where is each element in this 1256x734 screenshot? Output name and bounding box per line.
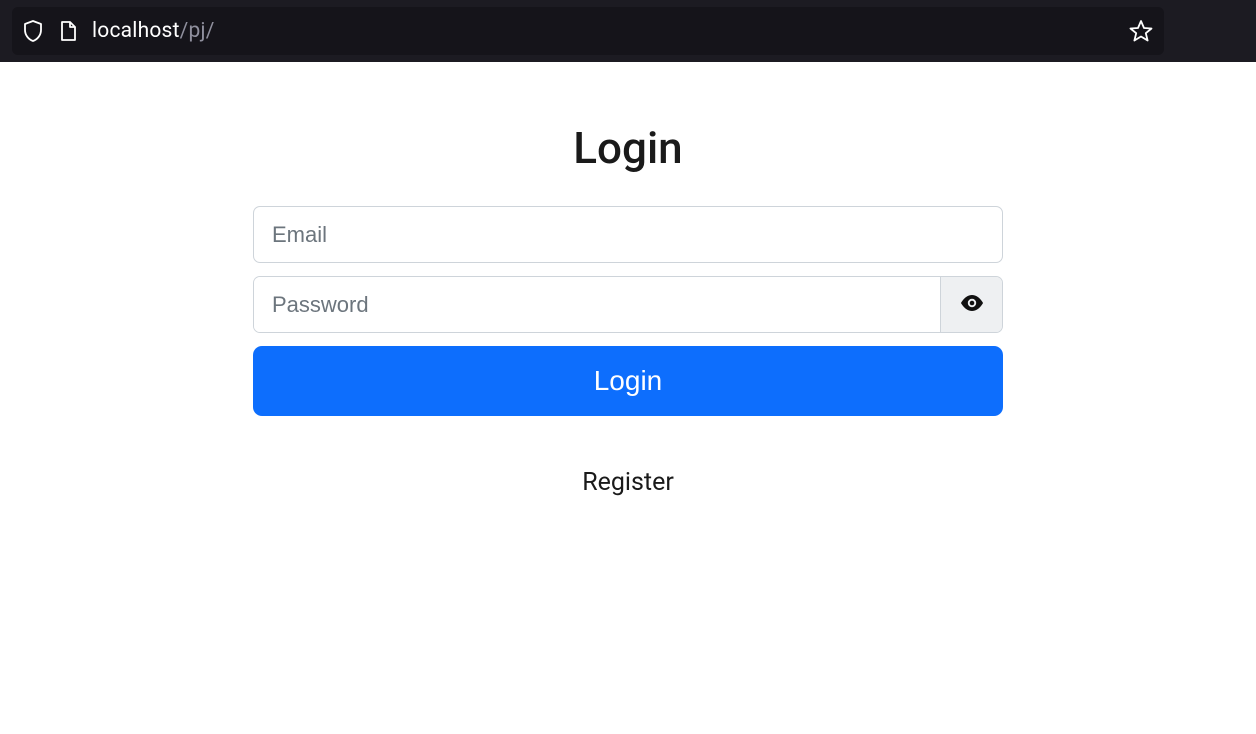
url-bar[interactable]: localhost/pj/: [12, 7, 1164, 55]
url-path: /pj/: [180, 19, 215, 43]
page-content: Login Login Register: [0, 62, 1256, 497]
eye-icon: [959, 293, 985, 317]
page-title: Login: [573, 122, 682, 174]
email-field[interactable]: [253, 206, 1003, 263]
password-field[interactable]: [254, 277, 940, 332]
page-icon: [58, 20, 78, 42]
toggle-password-visibility-button[interactable]: [940, 277, 1002, 332]
bookmark-star-icon[interactable]: [1128, 18, 1154, 44]
register-link[interactable]: Register: [582, 468, 674, 497]
browser-address-bar: localhost/pj/: [0, 0, 1256, 62]
shield-icon[interactable]: [22, 19, 44, 43]
login-form: Login: [253, 206, 1003, 416]
password-group: [253, 276, 1003, 333]
login-button[interactable]: Login: [253, 346, 1003, 416]
url-host: localhost: [92, 19, 180, 43]
url-text[interactable]: localhost/pj/: [92, 19, 1114, 43]
